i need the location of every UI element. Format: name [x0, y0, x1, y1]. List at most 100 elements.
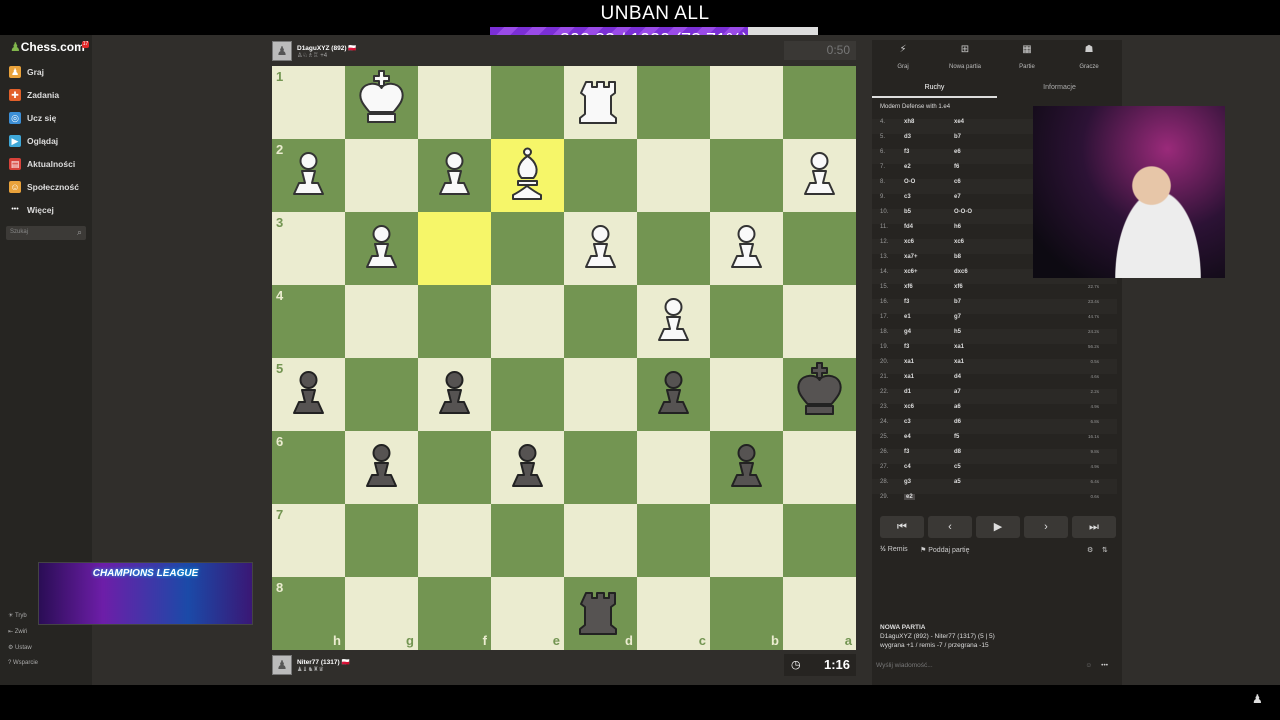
- bottom-player-name[interactable]: Niter77 (1317): [297, 659, 340, 666]
- square-b4[interactable]: [710, 285, 783, 358]
- white-pawn-piece[interactable]: [345, 212, 418, 285]
- white-move[interactable]: xa7+: [904, 254, 918, 260]
- square-e8[interactable]: e: [491, 577, 564, 650]
- black-move[interactable]: f5: [954, 434, 959, 440]
- panel-tab-graj[interactable]: ⚡ Graj: [872, 44, 934, 73]
- notification-badge[interactable]: 17: [82, 41, 89, 48]
- move-row[interactable]: 29. e2 0.6s: [872, 494, 1117, 509]
- flip-board-icon[interactable]: ⇅: [1102, 546, 1108, 554]
- square-b8[interactable]: b: [710, 577, 783, 650]
- white-move[interactable]: xf6: [904, 284, 913, 290]
- square-a3[interactable]: [783, 212, 856, 285]
- square-b1[interactable]: [710, 66, 783, 139]
- panel-tab-gracze[interactable]: ☗ Gracze: [1058, 44, 1120, 73]
- collapse-link[interactable]: ⇤ Zwiń: [8, 628, 27, 635]
- square-d6[interactable]: [564, 431, 637, 504]
- white-move[interactable]: O-O: [904, 179, 915, 185]
- black-move[interactable]: xe4: [954, 119, 964, 125]
- sidebar-item-aktualności[interactable]: ▤ Aktualności: [0, 154, 92, 174]
- square-e4[interactable]: [491, 285, 564, 358]
- square-a4[interactable]: [783, 285, 856, 358]
- square-g2[interactable]: [345, 139, 418, 212]
- settings-link[interactable]: ⚙ Ustaw: [8, 644, 32, 651]
- resign-button[interactable]: ⚑ Poddaj partię: [920, 546, 970, 554]
- square-a7[interactable]: [783, 504, 856, 577]
- square-h3[interactable]: 3: [272, 212, 345, 285]
- square-d5[interactable]: [564, 358, 637, 431]
- black-pawn-piece[interactable]: [491, 431, 564, 504]
- last-move-button[interactable]: ⏭: [1072, 516, 1116, 538]
- black-move[interactable]: e7: [954, 194, 961, 200]
- panel-tab-partie[interactable]: ▦ Partie: [996, 44, 1058, 73]
- sidebar-item-społeczność[interactable]: ☺ Społeczność: [0, 177, 92, 197]
- black-move[interactable]: xa1: [954, 344, 964, 350]
- square-d4[interactable]: [564, 285, 637, 358]
- square-e7[interactable]: [491, 504, 564, 577]
- white-move[interactable]: e1: [904, 314, 911, 320]
- black-move[interactable]: e6: [954, 149, 961, 155]
- square-c1[interactable]: [637, 66, 710, 139]
- white-move[interactable]: e2: [904, 494, 915, 500]
- square-f6[interactable]: [418, 431, 491, 504]
- chess-logo[interactable]: ♟Chess.com: [10, 40, 85, 54]
- move-row[interactable]: 28. g3 a5 6.4s: [872, 479, 1117, 494]
- emoji-icon[interactable]: ☺: [1085, 662, 1092, 669]
- move-row[interactable]: 27. c4 c5 4.9s: [872, 464, 1117, 479]
- white-move[interactable]: f3: [904, 149, 909, 155]
- white-move[interactable]: c3: [904, 419, 911, 425]
- chess-board[interactable]: 12345678hgfedcba: [272, 66, 856, 650]
- black-pawn-piece[interactable]: [637, 358, 710, 431]
- black-pawn-piece[interactable]: [418, 358, 491, 431]
- white-move[interactable]: c3: [904, 194, 911, 200]
- black-move[interactable]: h6: [954, 224, 961, 230]
- notification-bell-icon[interactable]: ♟: [1252, 692, 1263, 706]
- next-move-button[interactable]: ›: [1024, 516, 1068, 538]
- black-pawn-piece[interactable]: [272, 358, 345, 431]
- square-d7[interactable]: [564, 504, 637, 577]
- sidebar-item-oglądaj[interactable]: ▶ Oglądaj: [0, 131, 92, 151]
- white-pawn-piece[interactable]: [272, 139, 345, 212]
- white-move[interactable]: xh8: [904, 119, 914, 125]
- white-move[interactable]: g3: [904, 479, 911, 485]
- white-move[interactable]: xa1: [904, 359, 914, 365]
- white-move[interactable]: xc6: [904, 404, 914, 410]
- black-move[interactable]: c5: [954, 464, 961, 470]
- white-move[interactable]: xc6+: [904, 269, 918, 275]
- black-move[interactable]: xf6: [954, 284, 963, 290]
- white-move[interactable]: b5: [904, 209, 911, 215]
- sidebar-item-zadania[interactable]: ✚ Zadania: [0, 85, 92, 105]
- square-g4[interactable]: [345, 285, 418, 358]
- white-pawn-piece[interactable]: [564, 212, 637, 285]
- square-g8[interactable]: g: [345, 577, 418, 650]
- white-bishop-piece[interactable]: [491, 139, 564, 212]
- square-b7[interactable]: [710, 504, 783, 577]
- square-a8[interactable]: a: [783, 577, 856, 650]
- move-row[interactable]: 20. xa1 xa1 0.5s: [872, 359, 1117, 374]
- panel-tab-nowa-partia[interactable]: ⊞ Nowa partia: [934, 44, 996, 73]
- white-king-piece[interactable]: [345, 66, 418, 139]
- black-move[interactable]: dxc6: [954, 269, 968, 275]
- move-row[interactable]: 26. f3 d8 9.8s: [872, 449, 1117, 464]
- draw-button[interactable]: ½ Remis: [880, 546, 908, 553]
- black-move[interactable]: d6: [954, 419, 961, 425]
- square-e1[interactable]: [491, 66, 564, 139]
- white-pawn-piece[interactable]: [783, 139, 856, 212]
- white-move[interactable]: fd4: [904, 224, 913, 230]
- bottom-player-avatar[interactable]: ♟: [272, 655, 292, 675]
- message-input[interactable]: Wyślij wiadomość... ☺ •••: [876, 662, 1116, 669]
- prev-move-button[interactable]: ‹: [928, 516, 972, 538]
- first-move-button[interactable]: ⏮: [880, 516, 924, 538]
- white-move[interactable]: g4: [904, 329, 911, 335]
- square-f3[interactable]: [418, 212, 491, 285]
- black-move[interactable]: c6: [954, 179, 961, 185]
- theme-link[interactable]: ☀ Tryb: [8, 612, 27, 619]
- sidebar-item-więcej[interactable]: ••• Więcej: [0, 200, 92, 220]
- top-player-name[interactable]: D1aguXYZ (892): [297, 45, 347, 52]
- black-move[interactable]: O-O-O: [954, 209, 972, 215]
- move-row[interactable]: 17. e1 g7 44.7s: [872, 314, 1117, 329]
- square-c8[interactable]: c: [637, 577, 710, 650]
- white-move[interactable]: xa1: [904, 374, 914, 380]
- black-move[interactable]: xc6: [954, 239, 964, 245]
- move-row[interactable]: 19. f3 xa1 56.2s: [872, 344, 1117, 359]
- white-move[interactable]: c4: [904, 464, 911, 470]
